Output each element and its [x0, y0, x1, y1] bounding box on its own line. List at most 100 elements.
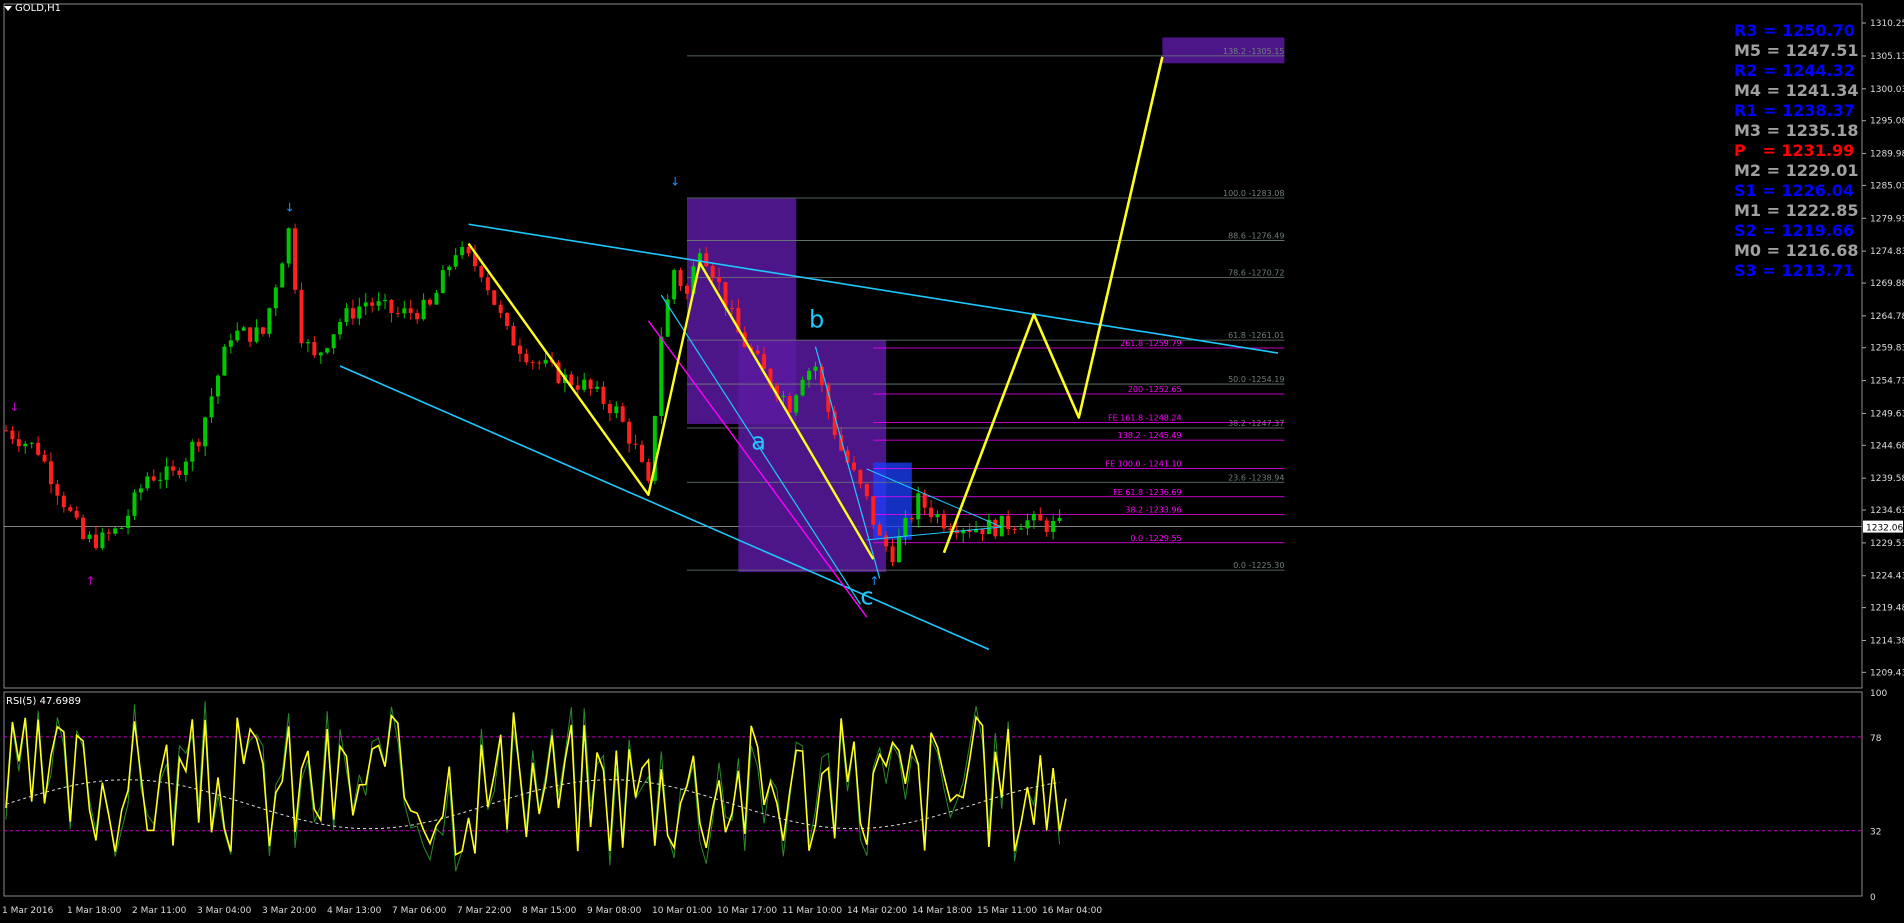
- candle-body: [119, 527, 124, 529]
- candle-body: [331, 334, 336, 349]
- dropdown-triangle-icon[interactable]: [4, 6, 12, 11]
- candle-body: [158, 479, 163, 481]
- pivot-level: M5 = 1247.51: [1734, 41, 1859, 60]
- candle-body: [890, 546, 895, 563]
- candle-body: [1019, 528, 1024, 530]
- y-tick-label: 1289.98: [1870, 150, 1904, 160]
- candle-body: [922, 493, 927, 508]
- y-tick-label: 1249.63: [1870, 409, 1904, 419]
- candle-body: [145, 476, 150, 489]
- candle-body: [781, 395, 786, 398]
- candle-body: [42, 454, 47, 462]
- candle-body: [312, 342, 317, 356]
- fib-extension-label: 0.0 -1229.55: [1130, 534, 1181, 543]
- candle-body: [248, 327, 253, 342]
- candle-body: [273, 287, 278, 309]
- candle-body: [254, 327, 259, 342]
- candle-body: [16, 439, 21, 447]
- pivot-level: M4 = 1241.34: [1734, 81, 1859, 100]
- candle-body: [280, 263, 285, 288]
- x-tick-label: 10 Mar 01:00: [652, 906, 712, 916]
- candle-body: [228, 340, 233, 347]
- candle-body: [794, 395, 799, 413]
- candle-body: [370, 302, 375, 306]
- y-tick-label: 1254.73: [1870, 377, 1904, 387]
- candle-body: [87, 534, 92, 539]
- y-tick-label: 1224.43: [1870, 572, 1904, 582]
- candle-body: [935, 513, 940, 518]
- candle-body: [171, 466, 176, 471]
- current-price-label: 1232.06: [1866, 524, 1903, 534]
- y-tick-label: 1300.03: [1870, 85, 1904, 95]
- candle-body: [286, 228, 291, 264]
- candle-body: [222, 346, 227, 376]
- candle-body: [415, 312, 420, 320]
- candle-body: [627, 421, 632, 444]
- wave-label-b: b: [809, 305, 824, 333]
- fib-level-label: 100.0 -1283.08: [1223, 189, 1284, 198]
- candle-body: [344, 308, 349, 323]
- x-tick-label: 4 Mar 13:00: [327, 906, 382, 916]
- rsi-tick-label: 100: [1870, 689, 1887, 699]
- x-tick-label: 11 Mar 10:00: [782, 906, 842, 916]
- candle-body: [1057, 517, 1062, 521]
- x-tick-label: 8 Mar 15:00: [522, 906, 577, 916]
- candle-body: [537, 362, 542, 364]
- y-tick-label: 1234.63: [1870, 506, 1904, 516]
- candle-body: [530, 362, 535, 364]
- y-tick-label: 1274.83: [1870, 247, 1904, 257]
- chart-title-bar[interactable]: GOLD,H1: [4, 3, 61, 14]
- x-tick-label: 1 Mar 18:00: [67, 906, 122, 916]
- candle-body: [620, 406, 625, 422]
- fib-extension-label: 138.2 - 1245.49: [1118, 431, 1182, 440]
- fib-extension-label: FE 61.8 -1236.69: [1113, 488, 1182, 497]
- candle-body: [884, 535, 889, 547]
- candle-body: [929, 507, 934, 518]
- candle-body: [524, 353, 529, 363]
- pivot-levels-panel: R3 = 1250.70 M5 = 1247.51 R2 = 1244.32 M4 =…: [1734, 21, 1859, 281]
- fib-level-label: 88.6 -1276.49: [1228, 231, 1284, 240]
- fib-level-label: 0.0 -1225.30: [1233, 561, 1284, 570]
- y-tick-label: 1264.78: [1870, 312, 1904, 322]
- y-tick-label: 1229.53: [1870, 539, 1904, 549]
- y-tick-label: 1279.93: [1870, 214, 1904, 224]
- y-tick-label: 1209.43: [1870, 668, 1904, 678]
- candle-body: [357, 306, 362, 319]
- candle-body: [363, 302, 368, 307]
- candle-body: [607, 403, 612, 414]
- candle-body: [864, 483, 869, 497]
- y-tick-label: 1214.38: [1870, 636, 1904, 646]
- candle-body: [1012, 529, 1017, 531]
- candle-body: [852, 462, 856, 471]
- candle-body: [460, 246, 465, 256]
- candle-body: [588, 379, 593, 389]
- candle-body: [100, 532, 105, 548]
- candle-body: [132, 492, 137, 516]
- x-tick-label: 9 Mar 08:00: [587, 906, 642, 916]
- x-tick-label: 14 Mar 18:00: [912, 906, 972, 916]
- pivot-level: S3 = 1213.71: [1734, 261, 1855, 280]
- candle-body: [871, 496, 876, 525]
- x-tick-label: 2 Mar 11:00: [132, 906, 187, 916]
- candle-body: [267, 308, 272, 334]
- fib-extension-label: 200 -1252.65: [1128, 385, 1182, 394]
- candle-body: [177, 470, 182, 475]
- candle-body: [190, 441, 195, 462]
- candle-body: [293, 228, 298, 290]
- candle-body: [710, 266, 715, 278]
- candle-body: [183, 461, 188, 475]
- candle-body: [485, 277, 490, 291]
- y-tick-label: 1310.25: [1870, 19, 1904, 29]
- candle-body: [106, 532, 111, 534]
- candle-body: [614, 406, 619, 414]
- y-tick-label: 1219.48: [1870, 604, 1904, 614]
- candle-body: [48, 461, 53, 485]
- candle-body: [36, 442, 41, 455]
- fib-level-label: 61.8 -1261.01: [1228, 331, 1284, 340]
- candle-body: [74, 510, 79, 518]
- candle-body: [1044, 520, 1049, 532]
- candle-body: [241, 327, 246, 331]
- rsi-average-line: [5, 779, 1060, 830]
- candle-body: [376, 301, 381, 306]
- candle-body: [428, 299, 432, 305]
